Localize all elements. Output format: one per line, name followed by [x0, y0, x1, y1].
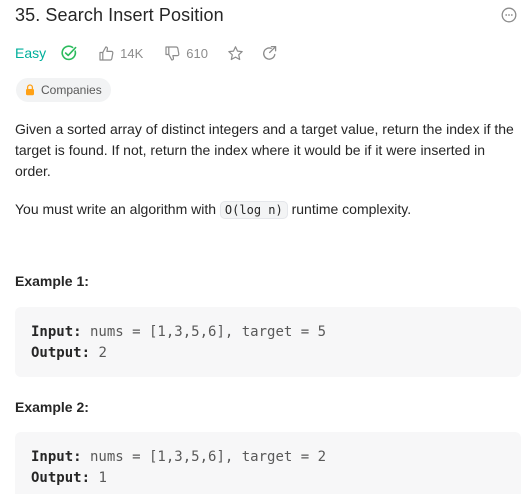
complexity-code: O(log n): [219, 201, 288, 219]
problem-description: Given a sorted array of distinct integer…: [15, 119, 520, 182]
lock-icon: [25, 84, 35, 96]
example-2-input: Input: nums = [1,3,5,6], target = 2: [31, 447, 326, 467]
example-1-title: Example 1:: [15, 273, 89, 289]
companies-tag[interactable]: Companies: [16, 78, 111, 102]
output-value: 1: [90, 470, 107, 486]
example-1-block: Input: nums = [1,3,5,6], target = 5 Outp…: [15, 307, 521, 377]
example-1-input: Input: nums = [1,3,5,6], target = 5: [31, 322, 326, 342]
like-button[interactable]: 14K: [98, 45, 143, 62]
output-label: Output:: [31, 345, 91, 361]
complexity-text-after: runtime complexity.: [287, 201, 412, 217]
problem-title: 35. Search Insert Position: [15, 5, 224, 25]
difficulty-badge: Easy: [15, 45, 47, 61]
input-value: nums = [1,3,5,6], target = 5: [81, 324, 327, 340]
complexity-requirement: You must write an algorithm with O(log n…: [15, 198, 411, 221]
companies-label: Companies: [41, 83, 102, 97]
description-paragraph: Given a sorted array of distinct integer…: [15, 121, 514, 179]
share-icon[interactable]: [261, 45, 278, 62]
star-icon[interactable]: [227, 45, 244, 62]
solved-check-icon: [60, 44, 78, 62]
like-count: 14K: [120, 45, 144, 61]
example-2-output: Output: 1: [31, 468, 107, 488]
example-2-title: Example 2:: [15, 399, 89, 415]
problem-description-panel: 35. Search Insert Position Easy 14K 610 …: [0, 0, 528, 494]
dislike-count: 610: [186, 45, 208, 61]
input-value: nums = [1,3,5,6], target = 2: [81, 449, 327, 465]
example-2-block: Input: nums = [1,3,5,6], target = 2 Outp…: [15, 432, 521, 494]
input-label: Input:: [31, 449, 82, 465]
complexity-text-before: You must write an algorithm with: [15, 201, 220, 217]
input-label: Input:: [31, 324, 82, 340]
example-1-output: Output: 2: [31, 343, 107, 363]
output-value: 2: [90, 345, 107, 361]
more-options-icon[interactable]: [501, 7, 517, 23]
thumbs-up-icon: [98, 45, 115, 62]
thumbs-down-icon: [164, 45, 181, 62]
problem-meta-row: Easy 14K 610: [15, 42, 278, 64]
dislike-button[interactable]: 610: [164, 45, 208, 62]
output-label: Output:: [31, 470, 91, 486]
